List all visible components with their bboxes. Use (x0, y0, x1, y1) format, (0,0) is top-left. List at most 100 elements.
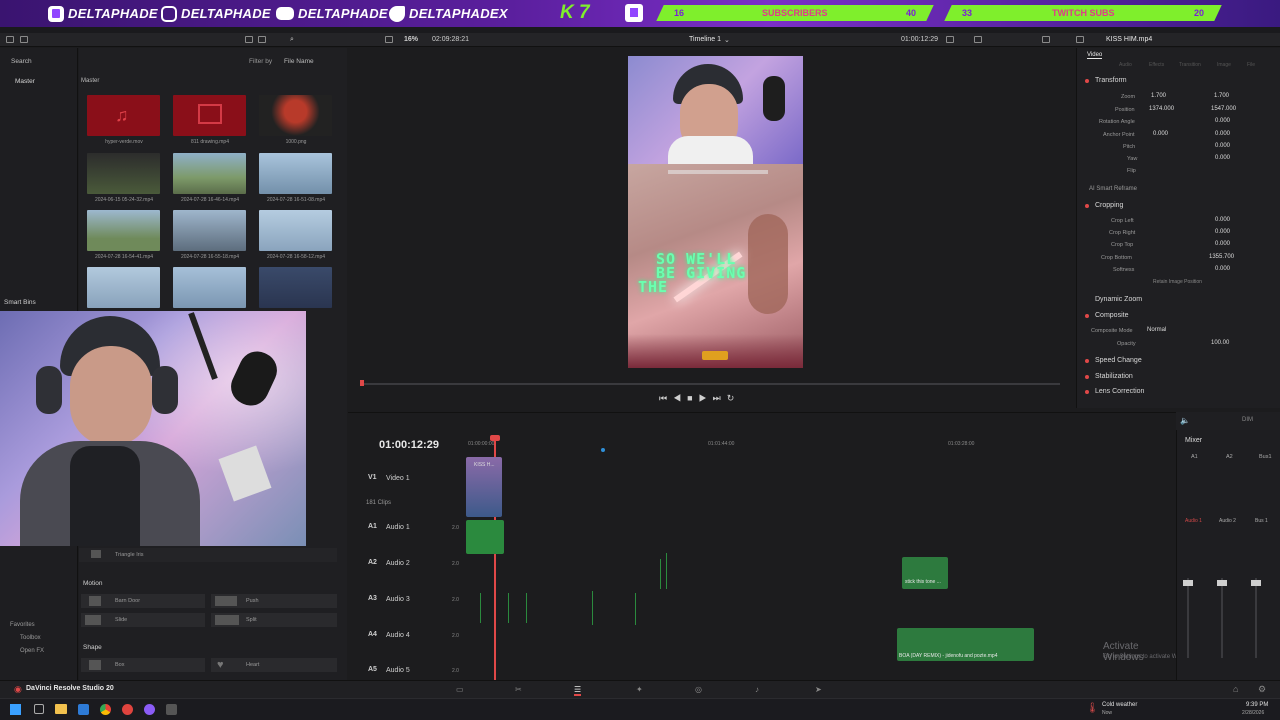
track-id[interactable]: A5 (368, 666, 377, 673)
side-item-favorites[interactable]: Favorites (10, 622, 35, 628)
yaw-field[interactable]: 0.000 (1215, 155, 1230, 161)
cropping-section-header[interactable]: Cropping (1095, 202, 1123, 209)
go-to-start-icon[interactable]: ⏮ (659, 393, 673, 403)
track-id[interactable]: A3 (368, 595, 377, 602)
position-y-field[interactable]: 1547.000 (1211, 106, 1236, 112)
timeline-selector[interactable]: Timeline 1 (689, 36, 721, 43)
loop-icon[interactable]: ↻ (727, 393, 741, 403)
chevron-down-icon[interactable]: ⌄ (724, 36, 730, 44)
media-thumbnail[interactable] (259, 267, 332, 308)
media-thumbnail[interactable] (259, 95, 332, 136)
filter-select[interactable]: File Name (284, 58, 314, 65)
zoom-x-field[interactable]: 1.700 (1151, 93, 1166, 99)
search-label[interactable]: Search (11, 58, 32, 65)
play-reverse-icon[interactable]: ◀ (673, 393, 687, 403)
panel-icon[interactable] (20, 36, 28, 43)
effect-item-heart[interactable]: ♥ Heart (211, 658, 337, 672)
track-id[interactable]: V1 (368, 474, 377, 481)
file-explorer-icon[interactable] (55, 704, 67, 714)
tab-effects[interactable]: Effects (1149, 62, 1164, 68)
effect-item-slide[interactable]: Slide (81, 613, 205, 627)
viewer-layout-icon[interactable] (385, 36, 393, 43)
overlay-icon[interactable] (974, 36, 982, 43)
effect-item-triangle[interactable]: Triangle Iris (79, 548, 337, 562)
transform-section-header[interactable]: Transform (1095, 77, 1127, 84)
grid-view-icon[interactable] (258, 36, 266, 43)
track-id[interactable]: A2 (368, 559, 377, 566)
cut-page-icon[interactable]: ✂ (515, 685, 522, 694)
edit-page-icon[interactable]: ☰ (574, 685, 582, 696)
lens-correction-header[interactable]: Lens Correction (1095, 388, 1144, 395)
fader-a1[interactable] (1183, 580, 1193, 586)
preview-frame[interactable]: SO WE'LL BE GIVING THE (628, 56, 803, 368)
zoom-level[interactable]: 16% (404, 36, 418, 43)
fusion-page-icon[interactable]: ✦ (636, 685, 643, 694)
store-icon[interactable] (78, 704, 89, 715)
position-x-field[interactable]: 1374.000 (1149, 106, 1174, 112)
media-thumbnail[interactable] (87, 267, 160, 308)
media-thumbnail[interactable]: ♫ (87, 95, 160, 136)
speed-enable-dot[interactable] (1085, 359, 1089, 363)
zoom-y-field[interactable]: 1.700 (1214, 93, 1229, 99)
home-icon[interactable]: ⌂ (1233, 684, 1238, 694)
transform-enable-dot[interactable] (1085, 79, 1089, 83)
composite-section-header[interactable]: Composite (1095, 312, 1128, 319)
fader-a2[interactable] (1217, 580, 1227, 586)
media-thumbnail[interactable] (173, 95, 246, 136)
anchor-x-field[interactable]: 0.000 (1153, 131, 1168, 137)
dim-button[interactable]: DIM (1242, 417, 1253, 423)
track-id[interactable]: A4 (368, 631, 377, 638)
fairlight-page-icon[interactable]: ♪ (755, 685, 759, 694)
effect-item-push[interactable]: Push (211, 594, 337, 608)
audio-clip[interactable] (466, 520, 504, 554)
media-thumbnail[interactable] (87, 153, 160, 194)
clock-date[interactable]: 2/28/2026 (1242, 710, 1264, 716)
go-to-end-icon[interactable]: ⏭ (713, 393, 727, 403)
media-page-icon[interactable]: ▭ (456, 685, 464, 694)
media-thumbnail[interactable] (173, 267, 246, 308)
media-thumbnail[interactable] (173, 153, 246, 194)
shape-section-header[interactable]: Shape (83, 644, 102, 651)
timeline-marker[interactable] (601, 448, 605, 452)
motion-section-header[interactable]: Motion (83, 580, 103, 587)
effect-item-box[interactable]: Box (81, 658, 205, 672)
search-icon[interactable]: ⌕ (290, 36, 294, 44)
panel-toggle-icon[interactable] (6, 36, 14, 43)
color-page-icon[interactable]: ◎ (695, 685, 702, 694)
crop-right-field[interactable]: 0.000 (1215, 229, 1230, 235)
settings-gear-icon[interactable]: ⚙ (1258, 684, 1266, 695)
fullscreen-icon[interactable] (1042, 36, 1050, 43)
stabilization-header[interactable]: Stabilization (1095, 373, 1133, 380)
media-thumbnail[interactable] (87, 210, 160, 251)
lens-enable-dot[interactable] (1085, 390, 1089, 394)
stop-icon[interactable]: ■ (687, 393, 698, 403)
bin-item-master[interactable]: Master (15, 78, 35, 85)
dynamic-zoom-header[interactable]: Dynamic Zoom (1095, 296, 1142, 303)
obs-icon[interactable] (122, 704, 133, 715)
rotation-field[interactable]: 0.000 (1215, 118, 1230, 124)
anchor-y-field[interactable]: 0.000 (1215, 131, 1230, 137)
crop-left-field[interactable]: 0.000 (1215, 217, 1230, 223)
media-thumbnail[interactable] (259, 210, 332, 251)
weather-label[interactable]: Cold weather (1102, 702, 1137, 708)
smart-reframe-header[interactable]: AI Smart Reframe (1089, 186, 1137, 192)
audio-clip[interactable]: BOA (DAY REMIX) - jidenofu and pozte.mp4 (897, 628, 1034, 661)
video-clip[interactable]: KISS H... (466, 457, 502, 517)
composite-enable-dot[interactable] (1085, 314, 1089, 318)
audio-clip[interactable]: stick this tone ... (902, 557, 948, 589)
stabilization-enable-dot[interactable] (1085, 375, 1089, 379)
crop-bottom-field[interactable]: 1355.700 (1209, 254, 1234, 260)
composite-mode-select[interactable]: Normal (1147, 327, 1166, 333)
chrome-icon[interactable] (100, 704, 111, 715)
side-item-toolbox[interactable]: Toolbox (20, 635, 41, 641)
effect-item-split[interactable]: Split (211, 613, 337, 627)
clock-time[interactable]: 9:39 PM (1246, 702, 1268, 708)
task-view-icon[interactable] (34, 704, 44, 714)
cropping-enable-dot[interactable] (1085, 204, 1089, 208)
effect-item-barn-door[interactable]: Barn Door (81, 594, 205, 608)
tab-video[interactable]: Video (1087, 52, 1103, 59)
windows-start-icon[interactable] (10, 704, 21, 715)
softness-field[interactable]: 0.000 (1215, 266, 1230, 272)
playhead-handle[interactable] (490, 435, 500, 441)
inspector-toggle-icon[interactable] (1076, 36, 1084, 43)
